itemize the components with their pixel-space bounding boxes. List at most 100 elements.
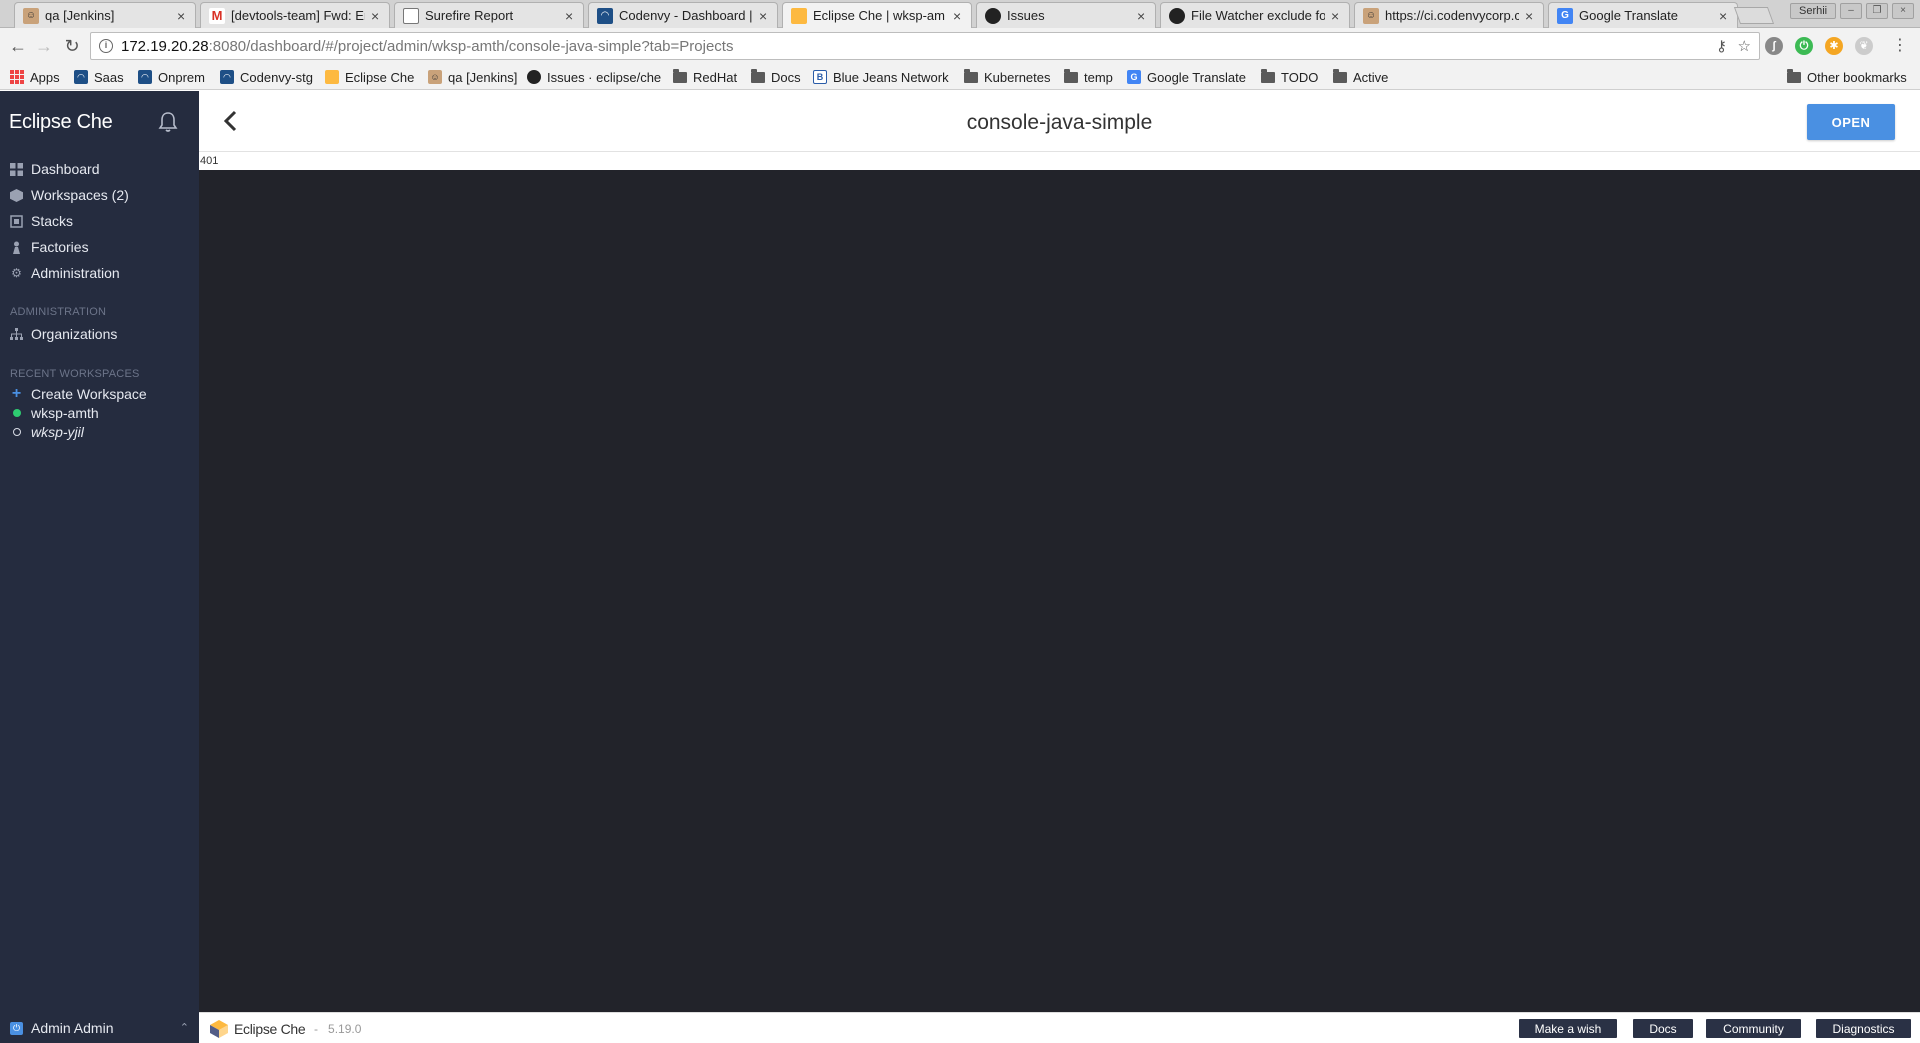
profile-button[interactable]: Serhii [1790,3,1837,19]
browser-tab[interactable]: Surefire Report × [394,2,584,28]
ide-frame[interactable] [199,170,1920,1012]
bookmark-eclipse-che[interactable]: Eclipse Che [325,68,414,86]
sidebar: Eclipse Che Dashboard Workspaces (2) Sta… [0,91,199,1043]
create-workspace-button[interactable]: + Create Workspace [0,384,199,404]
apps-icon [10,70,24,84]
section-heading-administration: ADMINISTRATION [10,306,107,318]
back-arrow-icon[interactable]: ← [8,36,28,56]
feather-extension-icon[interactable]: ❦ [1855,37,1873,55]
sidebar-item-workspaces[interactable]: Workspaces (2) [0,184,199,206]
key-icon[interactable]: ⚷ [1716,37,1727,55]
puzzle-extension-icon[interactable]: ✱ [1825,37,1843,55]
forward-arrow-icon[interactable]: → [34,36,54,56]
sidebar-item-factories[interactable]: Factories [0,236,199,258]
organizations-icon [10,327,23,341]
docs-button[interactable]: Docs [1633,1019,1693,1038]
codenvy-icon: ◠ [220,70,234,84]
folder-icon [1787,68,1801,83]
bookmark-apps[interactable]: Apps [10,68,60,86]
minimize-icon[interactable]: – [1840,3,1862,19]
dashboard-icon [10,162,23,176]
bookmark-issues[interactable]: Issues · eclipse/che [527,68,661,86]
star-icon[interactable]: ☆ [1738,37,1751,55]
browser-tab[interactable]: G Google Translate × [1548,2,1738,28]
browser-menu-icon[interactable]: ⋮ [1890,36,1910,56]
tab-title: Surefire Report [425,8,514,23]
google-translate-icon: G [1127,70,1141,84]
bell-icon[interactable] [158,111,178,133]
workspaces-icon [10,188,23,202]
tab-title: File Watcher exclude fo [1191,8,1325,23]
close-icon[interactable]: × [1719,9,1729,23]
bookmark-google-translate[interactable]: G Google Translate [1127,68,1246,86]
document-icon [403,7,419,24]
github-icon [985,7,1001,24]
tab-title: Eclipse Che | wksp-am [813,8,945,23]
factories-icon [10,241,23,254]
stacks-icon [10,214,23,228]
sidebar-item-dashboard[interactable]: Dashboard [0,158,199,180]
browser-tab-active[interactable]: Eclipse Che | wksp-am × [782,2,972,28]
folder-icon [964,68,978,83]
github-icon [1169,7,1185,24]
bookmark-onprem[interactable]: ◠ Onprem [138,68,205,86]
info-icon[interactable]: i [99,39,113,53]
user-menu[interactable]: ⏻ Admin Admin ⌃ [0,1013,199,1043]
recent-workspace-item[interactable]: wksp-yjil [0,422,199,442]
section-heading-recent-workspaces: RECENT WORKSPACES [10,368,140,380]
eclipse-che-logo-icon [210,1020,228,1038]
bookmark-jenkins[interactable]: ☺ qa [Jenkins] [428,68,517,86]
bookmark-temp[interactable]: temp [1064,68,1113,86]
bookmark-codenvy-stg[interactable]: ◠ Codenvy-stg [220,68,313,86]
sidebar-item-organizations[interactable]: Organizations [0,323,199,345]
close-icon[interactable]: × [371,9,381,23]
footer-version: - 5.19.0 [314,1022,362,1036]
close-icon[interactable]: × [1331,9,1341,23]
bookmark-active[interactable]: Active [1333,68,1388,86]
url-host: 172.19.20.28 [121,37,209,55]
footer: Eclipse Che - 5.19.0 Make a wish Docs Co… [199,1012,1920,1043]
browser-tab[interactable]: ◠ Codenvy - Dashboard | × [588,2,778,28]
gmail-icon: M [209,7,225,24]
recent-workspace-item[interactable]: wksp-amth [0,403,199,423]
close-icon[interactable]: × [953,9,963,23]
diagnostics-button[interactable]: Diagnostics [1816,1019,1911,1038]
browser-tab[interactable]: ☺ https://ci.codenvycorp.c × [1354,2,1544,28]
window-close-icon[interactable]: × [1892,3,1914,19]
bookmark-kubernetes[interactable]: Kubernetes [964,68,1051,86]
bookmark-bluejeans[interactable]: B Blue Jeans Network [813,68,949,86]
community-button[interactable]: Community [1706,1019,1801,1038]
close-icon[interactable]: × [1137,9,1147,23]
brand-logo[interactable]: Eclipse Che [9,111,113,134]
make-a-wish-button[interactable]: Make a wish [1519,1019,1617,1038]
close-icon[interactable]: × [759,9,769,23]
other-bookmarks[interactable]: Other bookmarks [1787,68,1907,86]
google-translate-icon: G [1557,7,1573,24]
browser-tab[interactable]: ☺ qa [Jenkins] × [14,2,196,28]
codenvy-icon: ◠ [74,70,88,84]
plus-icon: + [11,385,22,402]
jenkins-icon: ☺ [428,70,442,84]
bookmark-todo[interactable]: TODO [1261,68,1318,86]
close-icon[interactable]: × [177,9,187,23]
close-icon[interactable]: × [565,9,575,23]
browser-tab[interactable]: File Watcher exclude fo × [1160,2,1350,28]
sidebar-item-stacks[interactable]: Stacks [0,210,199,232]
codenvy-icon: ◠ [597,7,613,24]
power-extension-icon[interactable]: ⏻ [1795,37,1813,55]
extension-icon[interactable]: ʃ [1765,37,1783,55]
sidebar-item-administration[interactable]: ⚙ Administration [0,262,199,284]
browser-tab[interactable]: M [devtools-team] Fwd: Er × [200,2,390,28]
tab-title: Codenvy - Dashboard | [619,8,753,23]
bookmark-docs[interactable]: Docs [751,68,801,86]
browser-tab[interactable]: Issues × [976,2,1156,28]
bookmark-redhat[interactable]: RedHat [673,68,737,86]
close-icon[interactable]: × [1525,9,1535,23]
open-button[interactable]: OPEN [1807,104,1895,140]
bookmark-saas[interactable]: ◠ Saas [74,68,124,86]
reload-icon[interactable]: ↻ [62,36,82,56]
url-path: :8080/dashboard/#/project/admin/wksp-amt… [208,37,734,55]
address-bar[interactable]: i 172.19.20.28:8080/dashboard/#/project/… [90,32,1760,60]
maximize-icon[interactable]: ❐ [1866,3,1888,19]
new-tab-button[interactable] [1733,7,1775,24]
